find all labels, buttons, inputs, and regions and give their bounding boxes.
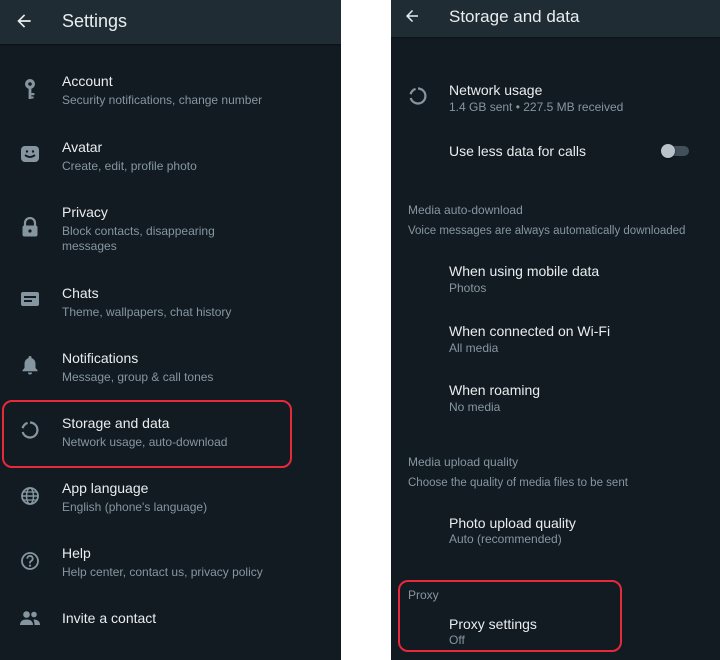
lock-icon: [22, 217, 38, 237]
item-title: Storage and data: [62, 415, 170, 431]
help-icon: [21, 552, 39, 570]
item-title: When using mobile data: [449, 263, 600, 279]
item-subtitle: Network usage, auto-download: [62, 435, 228, 449]
item-title: Proxy settings: [449, 616, 537, 632]
photo-upload-quality-item[interactable]: Photo upload quality Auto (recommended): [391, 507, 720, 557]
item-title: When connected on Wi-Fi: [449, 323, 611, 339]
back-arrow-icon[interactable]: [14, 11, 34, 31]
item-title: Avatar: [62, 139, 103, 155]
less-data-toggle[interactable]: [661, 144, 689, 158]
data-usage-icon: [21, 421, 39, 439]
data-usage-icon: [409, 87, 427, 105]
auto-download-roaming[interactable]: When roaming No media: [391, 375, 720, 425]
storage-and-data-screen: Storage and data Network usage 1.4 GB se…: [391, 0, 720, 660]
item-subtitle: Photos: [449, 281, 487, 295]
chat-icon: [21, 292, 39, 306]
item-title: Invite a contact: [62, 610, 157, 626]
settings-app-bar: Settings: [0, 0, 341, 44]
settings-item-storage-and-data[interactable]: Storage and data Network usage, auto-dow…: [0, 400, 341, 460]
section-header-proxy: Proxy: [408, 588, 439, 602]
settings-item-app-language[interactable]: App language English (phone's language): [0, 466, 341, 526]
section-header-media-auto-download: Media auto-download: [408, 203, 523, 217]
section-note: Choose the quality of media files to be …: [408, 477, 628, 489]
auto-download-wifi[interactable]: When connected on Wi-Fi All media: [391, 315, 720, 365]
item-subtitle: Auto (recommended): [449, 532, 562, 546]
item-title: Use less data for calls: [449, 143, 586, 159]
item-title: Privacy: [62, 204, 108, 220]
settings-item-privacy[interactable]: Privacy Block contacts, disappearing mes…: [0, 190, 341, 260]
item-subtitle-line1: Block contacts, disappearing: [62, 224, 215, 238]
storage-app-bar: Storage and data: [391, 0, 720, 37]
item-subtitle: No media: [449, 400, 501, 414]
item-subtitle: Message, group & call tones: [62, 370, 214, 384]
page-title: Storage and data: [449, 7, 580, 26]
people-icon: [20, 611, 40, 625]
item-title: App language: [62, 480, 149, 496]
item-subtitle: 1.4 GB sent • 227.5 MB received: [449, 100, 624, 114]
settings-item-help[interactable]: Help Help center, contact us, privacy po…: [0, 531, 341, 591]
toggle-knob: [661, 144, 675, 158]
proxy-settings-item[interactable]: Proxy settings Off: [391, 608, 720, 653]
settings-item-account[interactable]: Account Security notifications, change n…: [0, 58, 341, 118]
item-title: Notifications: [62, 350, 139, 366]
item-subtitle: Off: [449, 633, 465, 647]
network-usage-item[interactable]: Network usage 1.4 GB sent • 227.5 MB rec…: [391, 70, 720, 125]
settings-screen: Settings Account Security notifications,…: [0, 0, 341, 660]
item-title: Help: [62, 545, 91, 561]
settings-item-notifications[interactable]: Notifications Message, group & call tone…: [0, 335, 341, 395]
settings-item-invite-contact[interactable]: Invite a contact: [0, 598, 341, 638]
section-header-media-upload-quality: Media upload quality: [408, 455, 519, 469]
back-arrow-icon[interactable]: [403, 7, 421, 25]
use-less-data-item[interactable]: Use less data for calls: [391, 136, 720, 166]
section-note: Voice messages are always automatically …: [408, 225, 686, 237]
avatar-icon: [21, 146, 39, 162]
item-subtitle: Help center, contact us, privacy policy: [62, 565, 263, 579]
item-title: Photo upload quality: [449, 515, 576, 531]
auto-download-mobile-data[interactable]: When using mobile data Photos: [391, 255, 720, 305]
item-subtitle: Security notifications, change number: [62, 93, 263, 107]
item-title: Network usage: [449, 82, 543, 98]
item-subtitle: English (phone's language): [62, 500, 208, 514]
item-title: When roaming: [449, 382, 541, 398]
bell-icon: [22, 356, 38, 375]
item-subtitle: Create, edit, profile photo: [62, 159, 197, 173]
item-subtitle-line2: messages: [62, 239, 117, 253]
item-title: Chats: [62, 285, 99, 301]
settings-item-chats[interactable]: Chats Theme, wallpapers, chat history: [0, 270, 341, 330]
item-subtitle: Theme, wallpapers, chat history: [62, 305, 232, 319]
item-title: Account: [62, 73, 113, 89]
globe-icon: [21, 487, 39, 505]
item-subtitle: All media: [449, 341, 499, 355]
key-icon: [25, 79, 35, 99]
settings-item-avatar[interactable]: Avatar Create, edit, profile photo: [0, 124, 341, 184]
page-title: Settings: [62, 11, 128, 31]
